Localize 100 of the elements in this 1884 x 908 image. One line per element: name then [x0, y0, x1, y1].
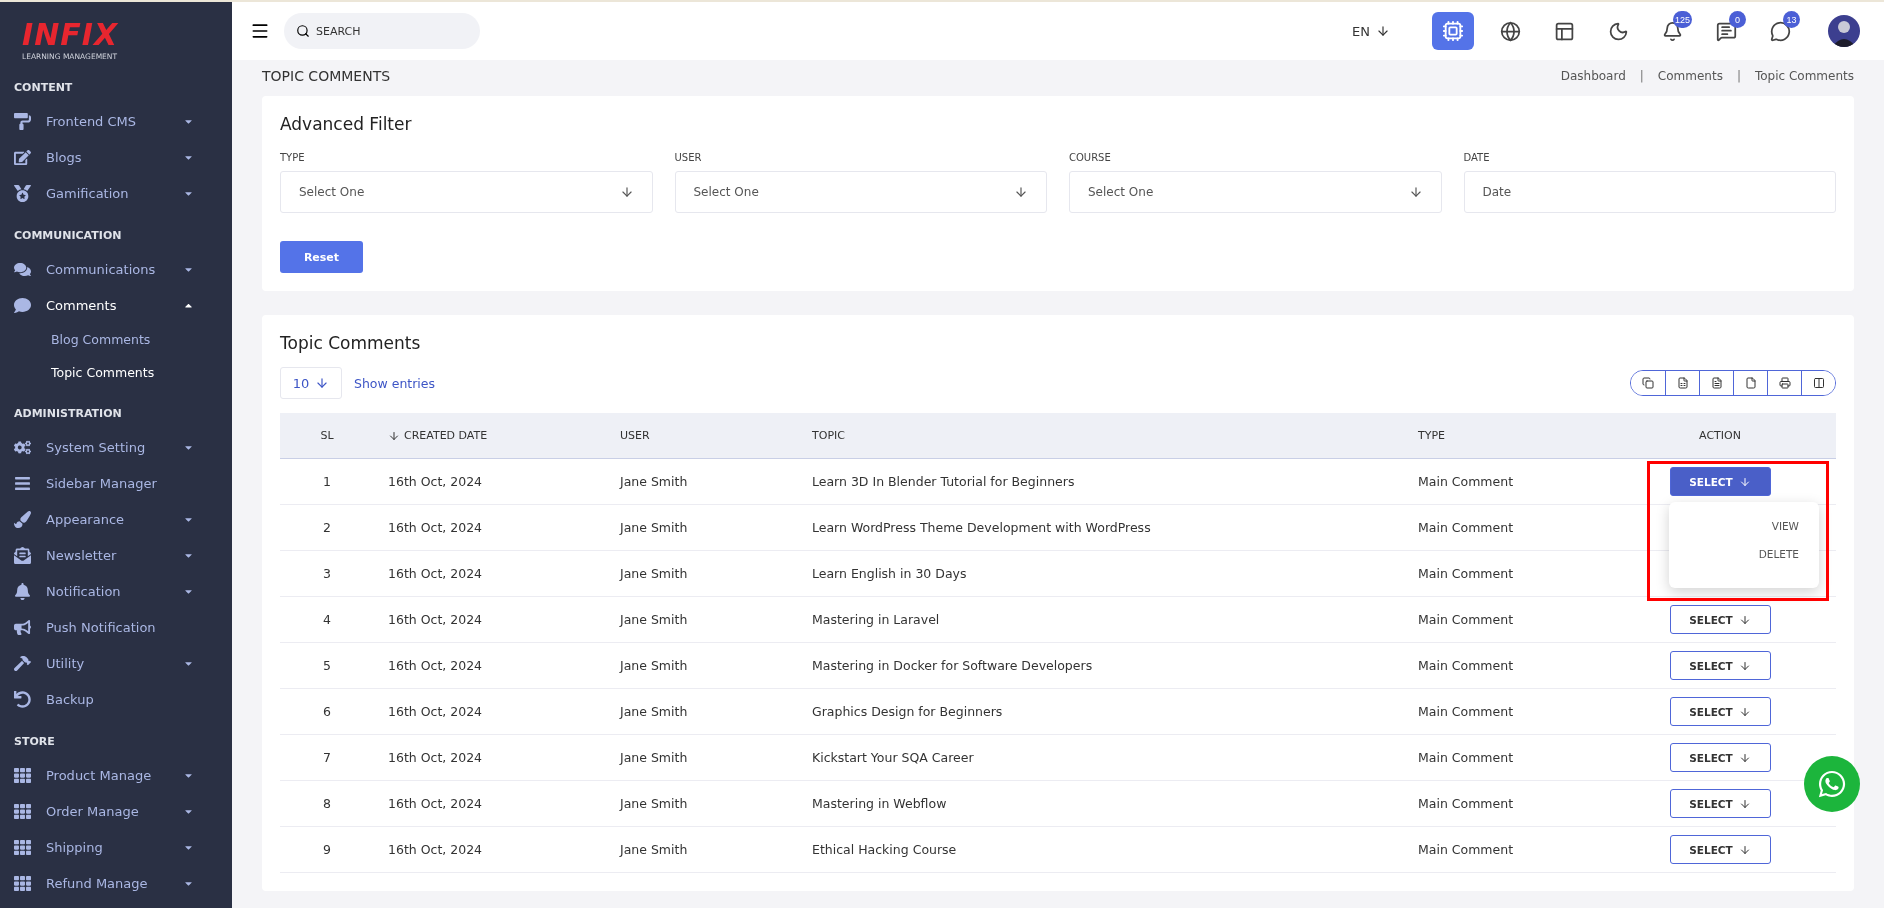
select-button[interactable]: SELECT: [1669, 789, 1771, 818]
table-cell-text: 16th Oct, 2024: [387, 612, 484, 627]
sidebar-subitem[interactable]: Blog Comments: [14, 323, 232, 356]
breadcrumb-separator: |: [1736, 69, 1741, 83]
table-cell-text: Mastering in Laravel: [811, 612, 941, 627]
ai-chip-button[interactable]: [1432, 12, 1474, 50]
table-cell-text: 8: [322, 796, 332, 811]
table-cell-text: 9: [322, 842, 332, 857]
gears-icon: [14, 438, 31, 456]
column-header[interactable]: ACTION: [1604, 429, 1836, 442]
date-field[interactable]: Date: [1463, 171, 1836, 213]
arrow-down-icon: [1738, 751, 1751, 764]
document-icon: [1710, 377, 1723, 389]
table-cell-text: 16th Oct, 2024: [387, 474, 484, 489]
phone-chat-icon: [1817, 769, 1847, 799]
copy-icon: [1642, 377, 1654, 389]
sidebar-section-title: COMMUNICATION: [14, 229, 123, 244]
sidebar-item[interactable]: Notification: [14, 573, 232, 609]
messages-button[interactable]: 0: [1708, 13, 1744, 49]
breadcrumb-link[interactable]: Comments: [1657, 69, 1723, 83]
sidebar-item[interactable]: Frontend CMS: [14, 103, 232, 139]
print-icon: [1778, 377, 1791, 389]
column-header[interactable]: TOPIC: [798, 429, 1404, 442]
select-button[interactable]: SELECT: [1669, 697, 1771, 726]
table-cell-text: Learn WordPress Theme Development with WordPress: [811, 520, 1152, 535]
edit-icon: [14, 148, 31, 166]
breadcrumb-link[interactable]: Dashboard: [1560, 69, 1626, 83]
field-label: COURSE: [1069, 152, 1112, 163]
select-field[interactable]: Select One: [280, 171, 653, 213]
column-header[interactable]: CREATED DATE: [374, 429, 606, 442]
user-avatar[interactable]: [1828, 15, 1860, 47]
table-cell-text: Main Comment: [1417, 842, 1515, 857]
grid-icon: [14, 874, 31, 892]
table-cell-text: Jane Smith: [618, 474, 689, 489]
breadcrumb-link[interactable]: Topic Comments: [1754, 69, 1854, 83]
show-entries-label: Show entries: [354, 375, 436, 391]
grid-icon: [14, 766, 31, 784]
sidebar-section-title: CONTENT: [14, 81, 74, 96]
notifications-button[interactable]: 125: [1654, 13, 1690, 49]
sidebar-item[interactable]: Appearance: [14, 501, 232, 537]
paint-roller-icon: [14, 112, 31, 130]
page-title: TOPIC COMMENTS: [262, 68, 391, 84]
sidebar-item[interactable]: Product Manage: [14, 757, 232, 793]
sidebar-item[interactable]: System Setting: [14, 429, 232, 465]
select-button[interactable]: SELECT: [1669, 605, 1771, 634]
message-icon: [1715, 20, 1737, 42]
table-cell-text: 4: [322, 612, 332, 627]
search-field[interactable]: SEARCH: [284, 13, 480, 49]
sidebar-item[interactable]: Gamification: [14, 175, 232, 211]
sidebar-item[interactable]: Blogs: [14, 139, 232, 175]
layout-icon: [1553, 20, 1575, 42]
menu-item[interactable]: VIEW: [1771, 520, 1799, 532]
table-cell-text: Main Comment: [1417, 612, 1515, 627]
chat-bubble-icon: [14, 296, 31, 314]
select-field[interactable]: Select One: [674, 171, 1047, 213]
menu-icon: [14, 474, 31, 492]
arrow-down-icon: [1408, 185, 1423, 199]
select-field[interactable]: Select One: [1069, 171, 1442, 213]
select-button[interactable]: SELECT: [1669, 651, 1771, 680]
table-cell-text: Jane Smith: [618, 658, 689, 673]
page-size-select[interactable]: 10: [280, 367, 342, 399]
table-cell-text: Jane Smith: [618, 566, 689, 581]
sidebar-item[interactable]: Shipping: [14, 829, 232, 865]
column-header[interactable]: TYPE: [1404, 429, 1604, 442]
sidebar-item[interactable]: Backup: [14, 681, 232, 717]
chat-button[interactable]: 13: [1762, 13, 1798, 49]
sidebar-item[interactable]: Sidebar Manager: [14, 465, 232, 501]
sidebar-item[interactable]: Push Notification: [14, 609, 232, 645]
undo-icon: [14, 690, 31, 708]
columns-button[interactable]: [1801, 371, 1835, 395]
column-header[interactable]: USER: [606, 429, 798, 442]
sidebar-item[interactable]: Comments: [14, 287, 232, 323]
sidebar-item[interactable]: Order Manage: [14, 793, 232, 829]
sidebar-item[interactable]: Newsletter: [14, 537, 232, 573]
sidebar-item[interactable]: Communications: [14, 251, 232, 287]
grid-icon: [14, 838, 31, 856]
card-title: Topic Comments: [280, 333, 422, 353]
sidebar-item[interactable]: Utility: [14, 645, 232, 681]
language-select[interactable]: EN: [1346, 22, 1396, 40]
sidebar-item[interactable]: Refund Manage: [14, 865, 232, 901]
hammer-icon: [14, 654, 31, 672]
table-cell-text: Kickstart Your SQA Career: [811, 750, 975, 765]
brush-icon: [14, 510, 31, 528]
menu-item[interactable]: DELETE: [1758, 548, 1799, 560]
column-header[interactable]: SL: [280, 429, 374, 442]
table-cell-text: 16th Oct, 2024: [387, 658, 484, 673]
table-cell-text: Jane Smith: [618, 520, 689, 535]
menu-icon[interactable]: [250, 21, 270, 41]
megaphone-icon: [14, 618, 31, 636]
bell-icon: [14, 582, 31, 600]
chat-bubbles-icon: [14, 260, 31, 278]
reset-button[interactable]: Reset: [280, 241, 363, 273]
table-cell-text: 7: [322, 750, 332, 765]
select-button[interactable]: SELECT: [1669, 743, 1771, 772]
arrow-down-icon: [1738, 613, 1751, 626]
sidebar-subitem[interactable]: Topic Comments: [14, 356, 232, 389]
table-cell-text: Main Comment: [1417, 520, 1515, 535]
select-button[interactable]: SELECT: [1669, 467, 1771, 496]
spreadsheet-icon: [1676, 377, 1689, 389]
select-button[interactable]: SELECT: [1669, 835, 1771, 864]
